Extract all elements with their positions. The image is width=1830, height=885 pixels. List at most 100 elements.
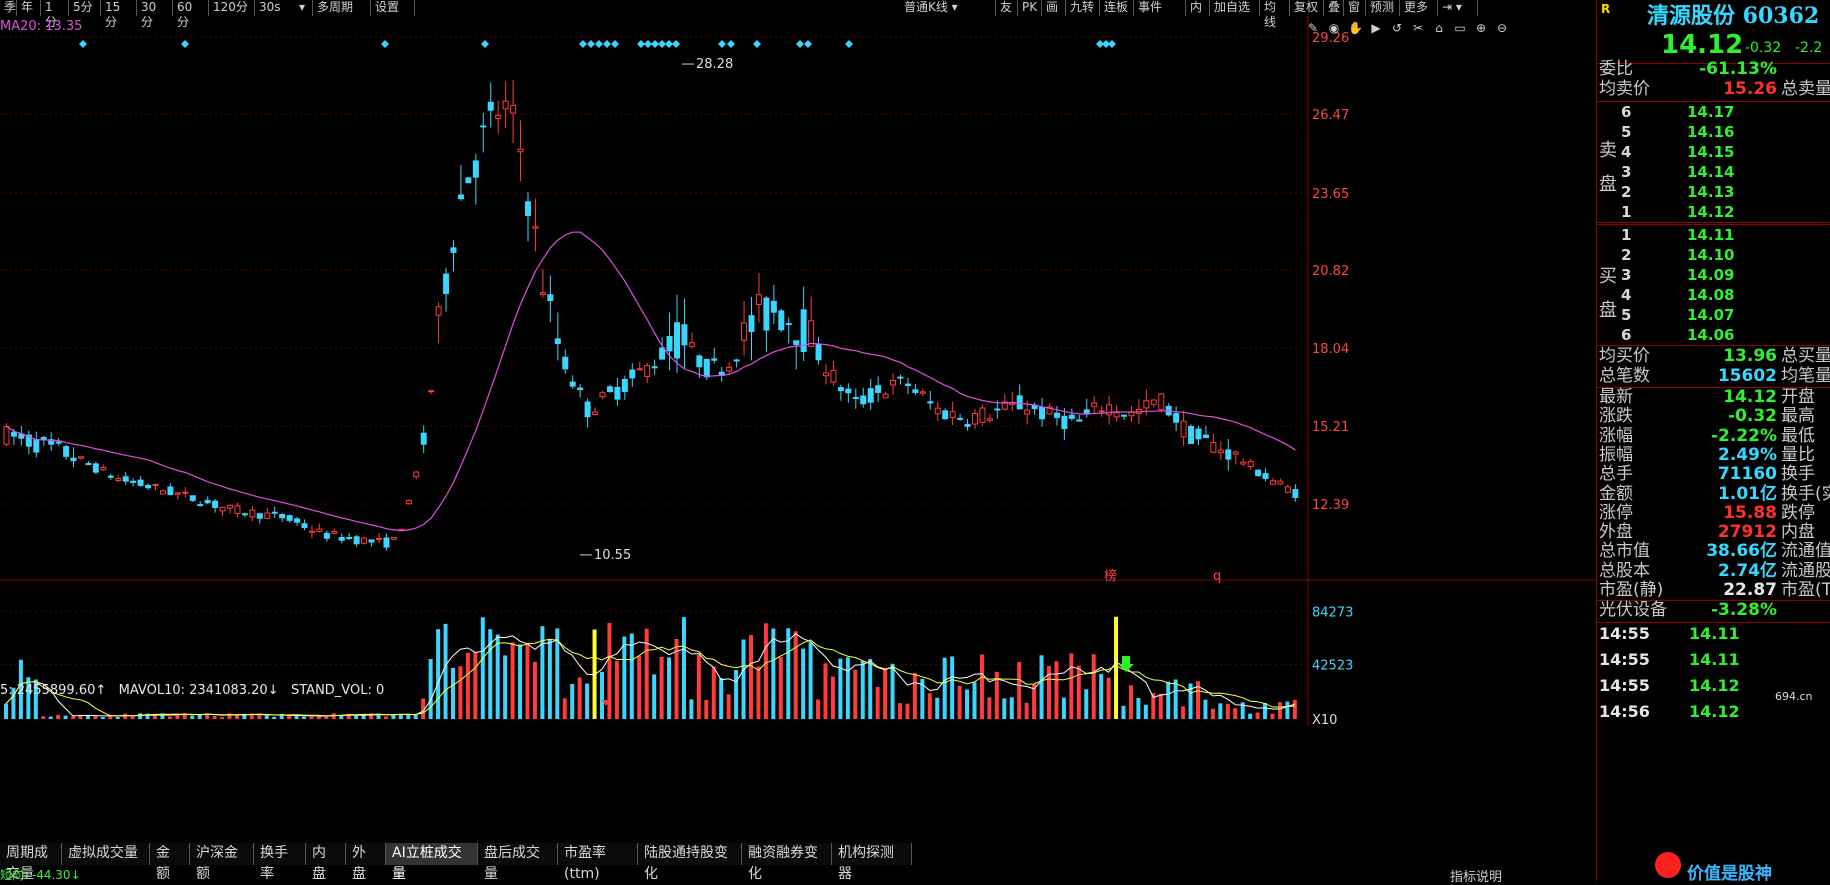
volume-bar <box>1069 653 1074 719</box>
toolbar-item-9[interactable]: 复权 <box>1290 0 1324 16</box>
sell-order-price: 14.14 <box>1687 163 1735 181</box>
tick-time: 14:55 <box>1599 650 1650 669</box>
volume-bar <box>689 699 694 719</box>
volume-bar <box>495 634 500 719</box>
tab-1[interactable]: 虚拟成交量 <box>62 843 150 865</box>
toolbar-item-8[interactable]: 均线 <box>1260 0 1290 29</box>
toolbar-item-0[interactable]: 友 <box>996 0 1018 16</box>
candle-body <box>562 356 569 370</box>
lock-icon[interactable]: ⌂ <box>1432 21 1446 35</box>
candle-body <box>726 366 733 372</box>
event-marker-icon <box>579 40 587 48</box>
event-marker-icon <box>381 40 389 48</box>
candle-body <box>674 322 680 359</box>
volume-bar <box>704 700 709 719</box>
candle-body <box>368 539 375 543</box>
candle-body <box>979 407 986 423</box>
cut-icon[interactable]: ✂ <box>1411 21 1425 35</box>
copy-icon[interactable]: ▭ <box>1453 21 1467 35</box>
period-1[interactable]: 年 <box>17 0 41 16</box>
candle-body <box>107 475 114 478</box>
indicator-explain-link[interactable]: 指标说明 <box>1450 866 1502 885</box>
tick-price: 14.11 <box>1689 624 1740 643</box>
period-0[interactable]: 季 <box>0 0 17 16</box>
toolbar-item-13[interactable]: 更多 <box>1400 0 1438 16</box>
volume-bar <box>1166 681 1171 719</box>
event-marker-icon <box>637 40 645 48</box>
toolbar-item-11[interactable]: 窗 <box>1344 0 1366 16</box>
tab-7[interactable]: AI立桩成交量 <box>386 843 478 882</box>
event-marker-icon <box>587 40 595 48</box>
toolbar-item-4[interactable]: 连板 <box>1100 0 1134 16</box>
candle-body <box>130 480 137 483</box>
tab-0[interactable]: 周期成交量 <box>0 843 62 882</box>
multi-period-button[interactable]: 多周期 <box>313 0 371 16</box>
pen-icon[interactable]: ✎ <box>1306 21 1320 35</box>
candle-body <box>949 411 956 418</box>
tab-5[interactable]: 内盘 <box>306 843 346 882</box>
mavol10-label: MAVOL10: 2341083.20↓ <box>118 683 279 698</box>
tab-10[interactable]: 陆股通持股变化 <box>638 843 742 882</box>
expand-icon[interactable]: ⇥ ▾ <box>1438 0 1478 16</box>
tab-11[interactable]: 融资融券变化 <box>742 843 832 882</box>
tab-3[interactable]: 沪深金额 <box>190 843 254 882</box>
toolbar-item-2[interactable]: 画 <box>1042 0 1066 16</box>
volume-bar <box>48 716 53 719</box>
tab-4[interactable]: 换手率 <box>254 843 306 882</box>
event-marker-icon <box>753 40 761 48</box>
period-3[interactable]: 5分 <box>69 0 101 16</box>
volume-bar <box>190 715 195 719</box>
period-5[interactable]: 30分 <box>137 0 173 29</box>
event-marker-icon <box>651 40 659 48</box>
tab-2[interactable]: 金额 <box>150 843 190 882</box>
period-7[interactable]: 120分 <box>209 0 255 16</box>
panel-divider <box>1597 224 1830 225</box>
volume-header: 5: 2455899.60↑ MAVOL10: 2341083.20↓ STAN… <box>0 683 384 698</box>
candle-body <box>1255 469 1262 477</box>
zoom-out-icon[interactable]: ⊖ <box>1495 21 1509 35</box>
candle-body <box>152 483 159 486</box>
toolbar-item-3[interactable]: 九转 <box>1066 0 1100 16</box>
toolbar-item-6[interactable]: 内 <box>1186 0 1210 16</box>
period-2[interactable]: 1分 <box>41 0 69 29</box>
avg-sell-row-right-label: 总卖量 <box>1781 79 1830 99</box>
toolbar-item-10[interactable]: 叠 <box>1324 0 1344 16</box>
indicator-tabs: 周期成交量 虚拟成交量 金额 沪深金额 换手率 内盘 外盘 AI立桩成交量 盘后成交量 市盈率(t… <box>0 843 1070 882</box>
candle-body <box>599 392 606 398</box>
hand-icon[interactable]: ✋ <box>1348 21 1363 35</box>
candle-body <box>934 407 941 415</box>
sell-order-price: 14.17 <box>1687 103 1735 121</box>
volume-bar <box>1099 674 1104 719</box>
candle-body <box>942 410 949 420</box>
candle-body <box>55 441 62 444</box>
toolbar-item-5[interactable]: 事件 <box>1134 0 1186 16</box>
volume-bar <box>681 617 686 719</box>
toolbar-item-1[interactable]: PK <box>1018 0 1042 16</box>
period-6[interactable]: 60分 <box>173 0 209 29</box>
zoom-in-icon[interactable]: ⊕ <box>1474 21 1488 35</box>
kline-chart[interactable]: 29.2626.4723.6520.8218.0415.2112.3928.28… <box>0 16 1596 726</box>
candle-body <box>1173 412 1180 423</box>
volume-bar <box>1225 703 1230 719</box>
candle-body <box>1202 434 1209 439</box>
play-icon[interactable]: ▶ <box>1369 21 1383 35</box>
tab-9[interactable]: 市盈率(ttm) <box>558 843 638 882</box>
candle-body <box>338 536 345 541</box>
kline-type-select[interactable]: 普通K线 ▾ <box>900 0 996 16</box>
toolbar-item-12[interactable]: 预测 <box>1366 0 1400 16</box>
candle-body <box>1061 415 1068 430</box>
candle-body <box>249 509 256 518</box>
chevron-down-icon[interactable]: ▾ <box>295 0 313 16</box>
settings-button[interactable]: 设置 <box>371 0 415 16</box>
volume-bar <box>287 715 292 719</box>
eye-icon[interactable]: ◉ <box>1327 21 1341 35</box>
candle-body <box>517 148 524 153</box>
candle-body <box>301 523 308 529</box>
volume-bar <box>607 623 612 719</box>
tab-8[interactable]: 盘后成交量 <box>478 843 558 882</box>
period-4[interactable]: 15分 <box>101 0 137 29</box>
toolbar-item-7[interactable]: 加自选 <box>1210 0 1260 16</box>
tab-12[interactable]: 机构探测器 <box>832 843 912 882</box>
undo-icon[interactable]: ↺ <box>1390 21 1404 35</box>
tab-6[interactable]: 外盘 <box>346 843 386 882</box>
